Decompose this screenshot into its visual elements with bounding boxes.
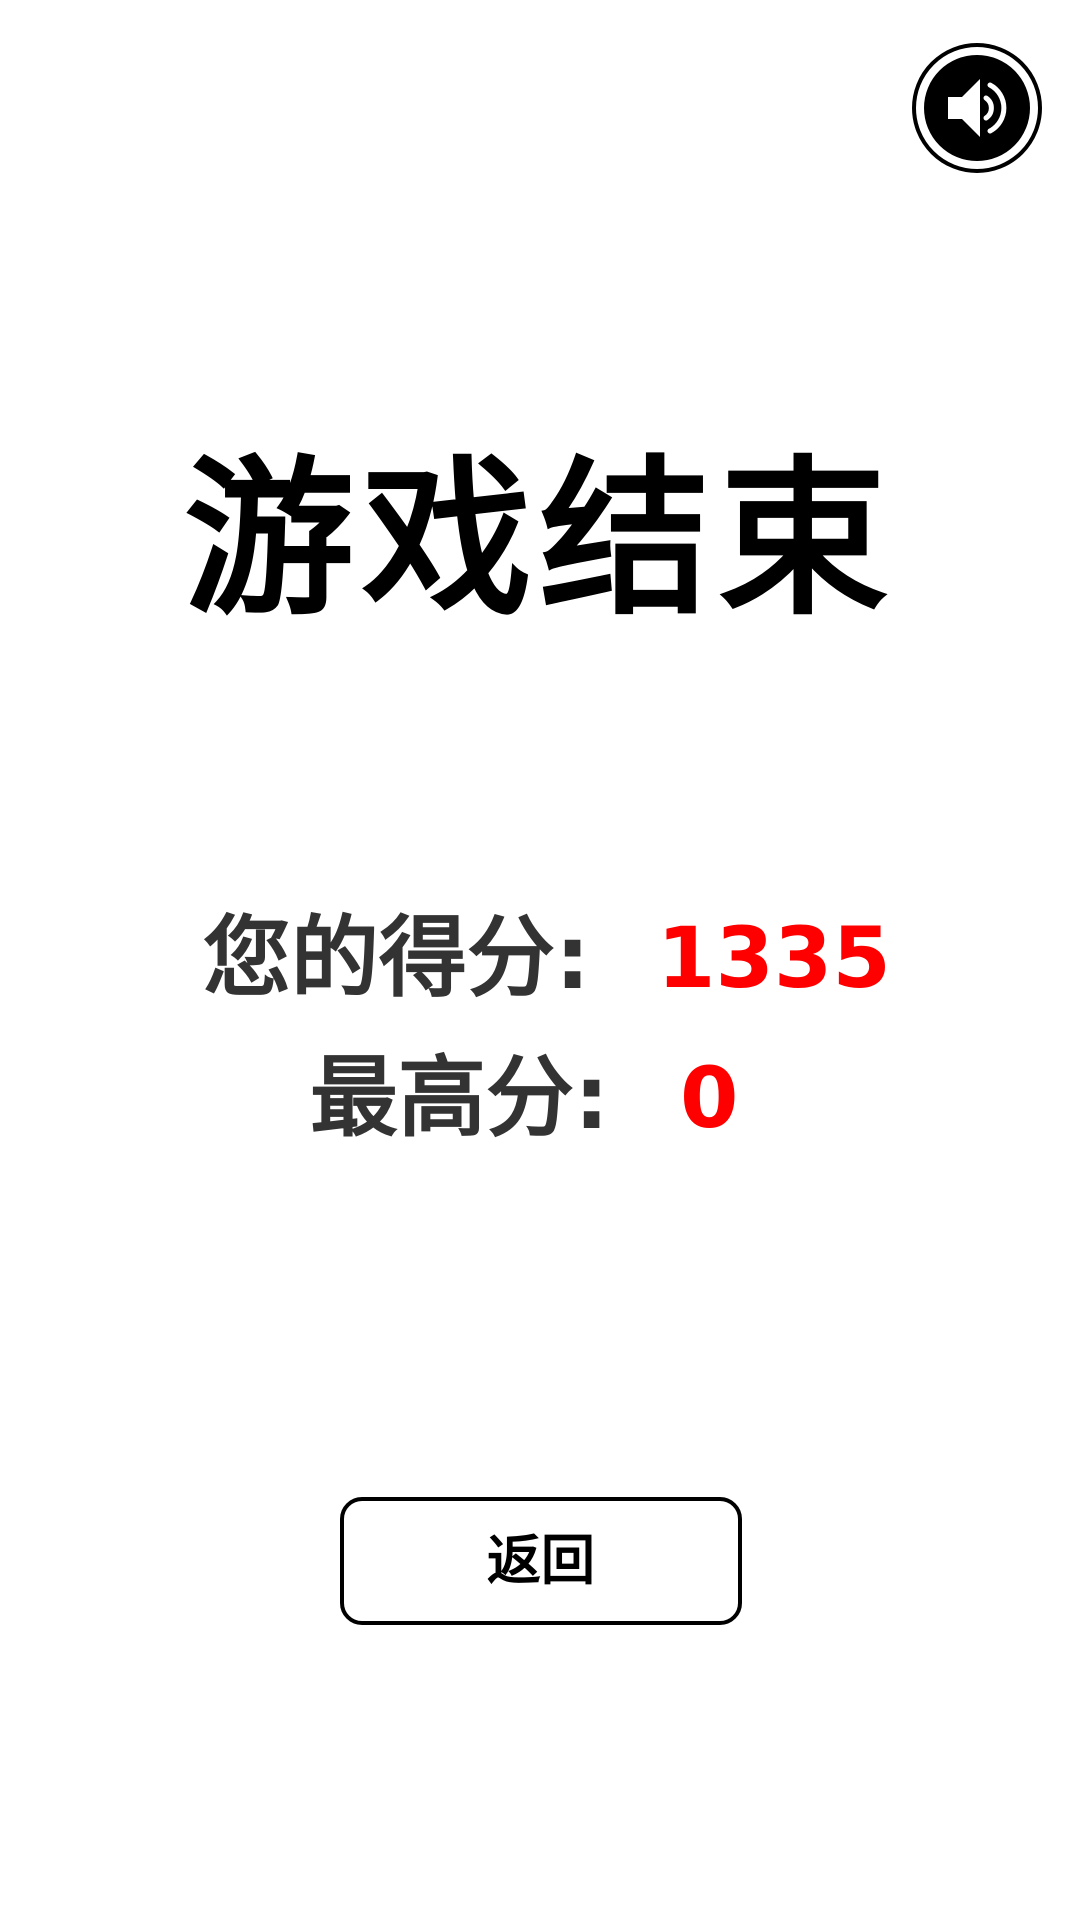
sound-toggle-button[interactable]: [912, 43, 1042, 173]
best-score-label: 最高分:: [310, 1046, 610, 1149]
best-score-row: 最高分: 0: [0, 1043, 1080, 1153]
score-row: 您的得分: 1335: [0, 903, 1080, 1013]
score-value: 1335: [657, 909, 891, 1007]
game-over-title: 游戏结束: [183, 441, 896, 639]
speaker-icon: [948, 79, 1007, 137]
best-score-value: 0: [680, 1049, 739, 1147]
score-label: 您的得分:: [203, 906, 591, 1009]
back-button[interactable]: 返回: [340, 1497, 742, 1625]
sound-button-face: [924, 55, 1030, 161]
